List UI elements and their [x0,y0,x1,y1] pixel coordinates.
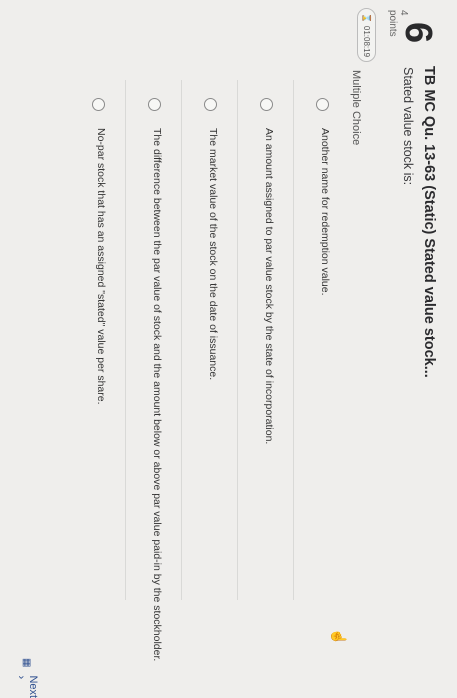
next-label: Next [27,675,39,698]
hourglass-icon: ⌛ [362,12,371,23]
choice-text: An amount assigned to par value stock by… [263,128,275,445]
question-number: 6 [397,22,439,44]
choice-option[interactable]: No-par stock that has an assigned "state… [69,80,125,600]
timer-text: 01:08:19 [362,25,371,58]
choice-text: Another name for redemption value. [319,128,331,296]
choice-option[interactable]: An amount assigned to par value stock by… [237,80,293,600]
navigation-bar: ▦ Next › [15,658,39,698]
radio-button[interactable] [148,98,161,111]
choice-text: No-par stock that has an assigned "state… [95,128,107,405]
points-value: 4 [398,10,409,16]
rotated-screen: 6 TB MC Qu. 13-63 (Static) Stated value … [0,0,457,698]
radio-button[interactable] [204,98,217,111]
question-stem: Stated value stock is: [401,67,415,186]
timer-badge: ⌛ 01:08:19 [357,8,376,62]
grid-icon[interactable]: ▦ [22,658,33,667]
question-type-label: Multiple Choice [350,70,362,146]
radio-button[interactable] [92,98,105,111]
radio-button[interactable] [260,98,273,111]
question-title: TB MC Qu. 13-63 (Static) Stated value st… [421,66,437,378]
choice-text: The difference between the par value of … [151,128,163,662]
points-label: points [387,10,398,37]
chevron-right-icon: › [15,675,27,680]
choice-text: The market value of the stock on the dat… [207,128,219,381]
choice-option[interactable]: The difference between the par value of … [125,80,181,661]
next-button[interactable]: Next › [15,675,39,698]
choice-option[interactable]: The market value of the stock on the dat… [181,80,237,600]
mouse-cursor-icon: ☝ [331,628,347,646]
choice-option[interactable]: Another name for redemption value. [293,80,349,600]
choice-list: Another name for redemption value. An am… [69,80,349,661]
radio-button[interactable] [316,98,329,111]
